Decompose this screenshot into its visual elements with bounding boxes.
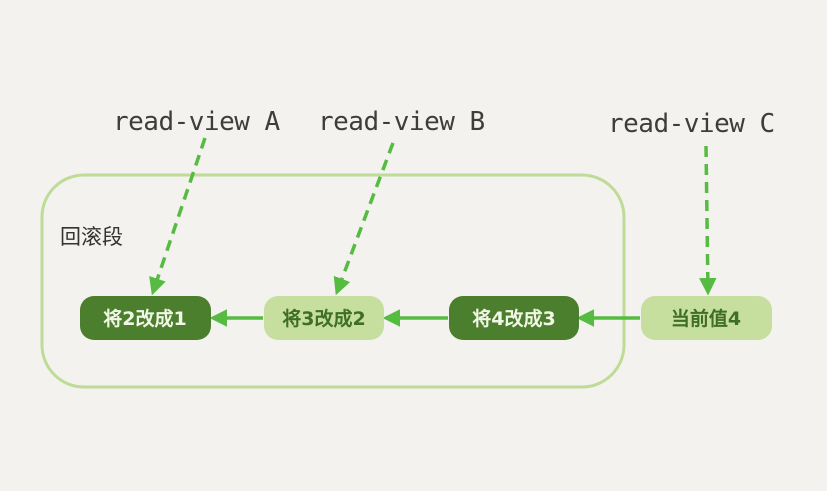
version-node-3-label: 将4改成3 [472,307,555,330]
read-view-a-arrow [149,137,207,296]
read-view-b-label: read-view B [318,107,485,137]
read-view-b-arrow [333,142,395,296]
read-view-a-label: read-view A [113,107,281,137]
version-node-1: 将2改成1 [80,296,211,340]
version-node-3: 将4改成3 [449,296,579,340]
read-view-c-arrow [699,145,717,296]
undo-segment-label: 回滚段 [60,225,123,249]
version-node-2-label: 将3改成2 [282,307,365,330]
version-node-1-label: 将2改成1 [103,307,186,330]
undo-segment-box [40,173,626,389]
current-value-node-label: 当前值4 [671,307,741,330]
current-value-node: 当前值4 [641,296,772,340]
version-node-2: 将3改成2 [264,296,384,340]
read-view-c-label: read-view C [608,109,775,139]
undo-log-diagram: 回滚段 read-view A read-view B read-view C … [40,107,775,389]
